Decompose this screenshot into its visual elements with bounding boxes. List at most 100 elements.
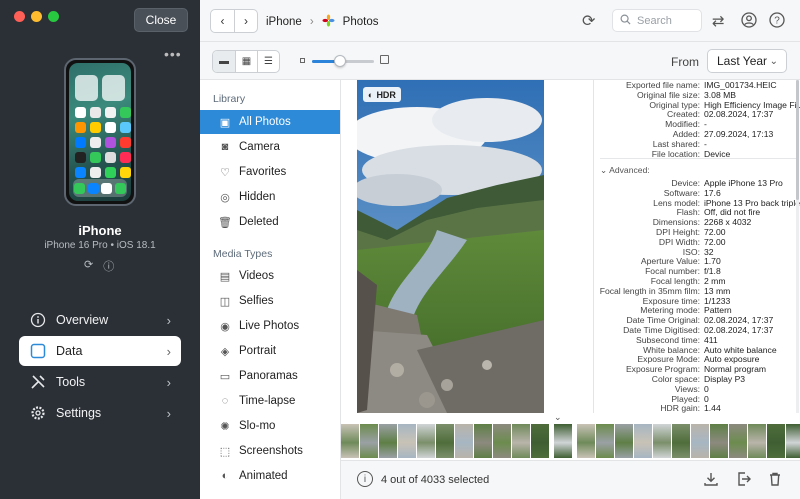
delete-icon[interactable] — [767, 471, 783, 490]
window-minimize-icon[interactable] — [31, 11, 42, 22]
filmstrip-thumb[interactable] — [417, 424, 435, 458]
filmstrip-thumb[interactable] — [653, 424, 671, 458]
refresh-icon[interactable]: ⟳ — [582, 11, 595, 31]
window-close-icon[interactable] — [14, 11, 25, 22]
filmstrip-thumb[interactable] — [474, 424, 492, 458]
item-label: Animated — [239, 470, 288, 482]
search-input[interactable]: Search — [612, 9, 702, 32]
date-range-select[interactable]: Last Year ⌄ — [707, 49, 787, 73]
breadcrumb: iPhone › Photos — [266, 14, 378, 30]
filmstrip-thumb[interactable] — [634, 424, 652, 458]
filmstrip-thumb[interactable] — [767, 424, 785, 458]
nav-overview[interactable]: Overview › — [19, 305, 181, 335]
media-item-screenshots[interactable]: ⬚ Screenshots — [200, 439, 340, 463]
filmstrip-thumb[interactable] — [577, 424, 595, 458]
info-row: Exposure Mode: Auto exposure — [596, 354, 800, 364]
filmstrip-thumb[interactable] — [596, 424, 614, 458]
info-key: Exported file name: — [625, 80, 700, 90]
transfer-icon[interactable]: ⇄ — [712, 12, 725, 30]
info-value: 0 — [704, 393, 709, 404]
filmstrip-thumb[interactable] — [554, 424, 572, 458]
app-window: Close ••• iPhone iPhone 16 Pro • iOS 18.… — [0, 0, 800, 499]
filmstrip-thumb[interactable] — [748, 424, 766, 458]
filmstrip-thumb[interactable] — [493, 424, 511, 458]
strip-view-icon[interactable]: ▬ — [213, 51, 235, 72]
filmstrip-thumb[interactable] — [398, 424, 416, 458]
media-item-live-photos[interactable]: ◉ Live Photos — [200, 314, 340, 338]
search-icon — [620, 14, 631, 28]
breadcrumb-device[interactable]: iPhone — [266, 16, 302, 28]
collapse-filmstrip-icon[interactable]: ⌄ — [554, 412, 562, 423]
photos-icon: ▣ — [219, 116, 231, 129]
section-media-types: Media Types — [213, 248, 273, 260]
nav-tools[interactable]: Tools › — [19, 367, 181, 397]
media-item-panoramas[interactable]: ▭ Panoramas — [200, 364, 340, 388]
library-item-camera[interactable]: ◙ Camera — [200, 135, 340, 159]
filmstrip-thumb[interactable] — [341, 424, 359, 458]
filmstrip-thumb[interactable] — [360, 424, 378, 458]
info-key: Aperture Value: — [640, 256, 700, 267]
thumbnail-size-slider[interactable] — [312, 55, 374, 67]
back-button[interactable]: ‹ — [211, 10, 234, 32]
device-name: iPhone — [78, 223, 122, 238]
filmstrip-thumb[interactable] — [615, 424, 633, 458]
info-key: Lens model: — [653, 197, 700, 208]
sync-icon[interactable]: ⟳ — [84, 258, 93, 274]
info-value: f/1.8 — [704, 266, 721, 277]
media-item-selfies[interactable]: ◫ Selfies — [200, 289, 340, 313]
list-view-icon[interactable]: ☰ — [257, 51, 279, 72]
account-icon[interactable] — [741, 12, 757, 32]
filmstrip-thumb[interactable] — [729, 424, 747, 458]
library-item-hidden[interactable]: ◎ Hidden — [200, 185, 340, 209]
library-item-deleted[interactable]: 🗑︎ Deleted — [200, 210, 340, 234]
slider-thumb[interactable] — [333, 55, 346, 67]
filmstrip-thumb[interactable] — [691, 424, 709, 458]
library-item-favorites[interactable]: ♡ Favorites — [200, 160, 340, 184]
media-item-slo-mo[interactable]: ✺ Slo-mo — [200, 414, 340, 438]
advanced-toggle[interactable]: ⌄ Advanced: — [600, 165, 650, 176]
info-icon[interactable]: i — [357, 471, 373, 487]
forward-button[interactable]: › — [234, 10, 257, 32]
info-value: Normal program — [704, 364, 767, 375]
download-icon[interactable] — [703, 471, 719, 490]
filmstrip-thumb[interactable] — [436, 424, 454, 458]
info-icon[interactable]: ⓘ — [103, 258, 114, 274]
filmstrip-thumb[interactable] — [512, 424, 530, 458]
photo-preview[interactable]: ◐ HDR — [357, 80, 544, 413]
more-icon[interactable]: ••• — [164, 46, 182, 62]
help-icon[interactable]: ? — [769, 12, 785, 32]
filmstrip-thumb[interactable] — [531, 424, 549, 458]
media-item-videos[interactable]: ▤ Videos — [200, 264, 340, 288]
info-value: 1.44 — [704, 403, 721, 413]
filmstrip-thumb[interactable] — [672, 424, 690, 458]
window-zoom-icon[interactable] — [48, 11, 59, 22]
panel-divider[interactable] — [593, 80, 594, 413]
info-row: Date Time Original: 02.08.2024, 17:37 — [596, 315, 800, 325]
close-button[interactable]: Close — [134, 8, 188, 32]
info-value: High Efficiency Image Fil... — [704, 99, 800, 110]
export-icon[interactable] — [736, 471, 752, 490]
filmstrip-thumb[interactable] — [455, 424, 473, 458]
info-row: White balance: Auto white balance — [596, 345, 800, 355]
info-key: Last shared: — [652, 138, 700, 149]
filmstrip[interactable] — [341, 424, 800, 458]
media-item-portrait[interactable]: ◈ Portrait — [200, 339, 340, 363]
filmstrip-thumb[interactable] — [710, 424, 728, 458]
info-key: Exposure Program: — [625, 364, 700, 375]
info-scrollbar[interactable] — [796, 80, 799, 413]
nav-settings[interactable]: Settings › — [19, 398, 181, 428]
info-value: 3.08 MB — [704, 89, 737, 100]
filmstrip-thumb[interactable] — [379, 424, 397, 458]
scroll-thumb[interactable] — [796, 80, 799, 200]
info-value: 411 — [704, 334, 718, 345]
library-item-all-photos[interactable]: ▣ All Photos — [200, 110, 340, 134]
media-item-animated[interactable]: ◐ Animated — [200, 464, 340, 488]
media-item-time-lapse[interactable]: ◌ Time-lapse — [200, 389, 340, 413]
filmstrip-thumb[interactable] — [786, 424, 800, 458]
view-toolbar: ▬ ▦ ☰ From Last Year ⌄ — [200, 42, 800, 80]
chevron-down-icon: ⌄ — [600, 165, 608, 175]
info-row: Aperture Value: 1.70 — [596, 256, 800, 266]
info-value: Apple iPhone 13 Pro — [704, 178, 783, 188]
nav-data[interactable]: Data › — [19, 336, 181, 366]
grid-view-icon[interactable]: ▦ — [235, 51, 257, 72]
